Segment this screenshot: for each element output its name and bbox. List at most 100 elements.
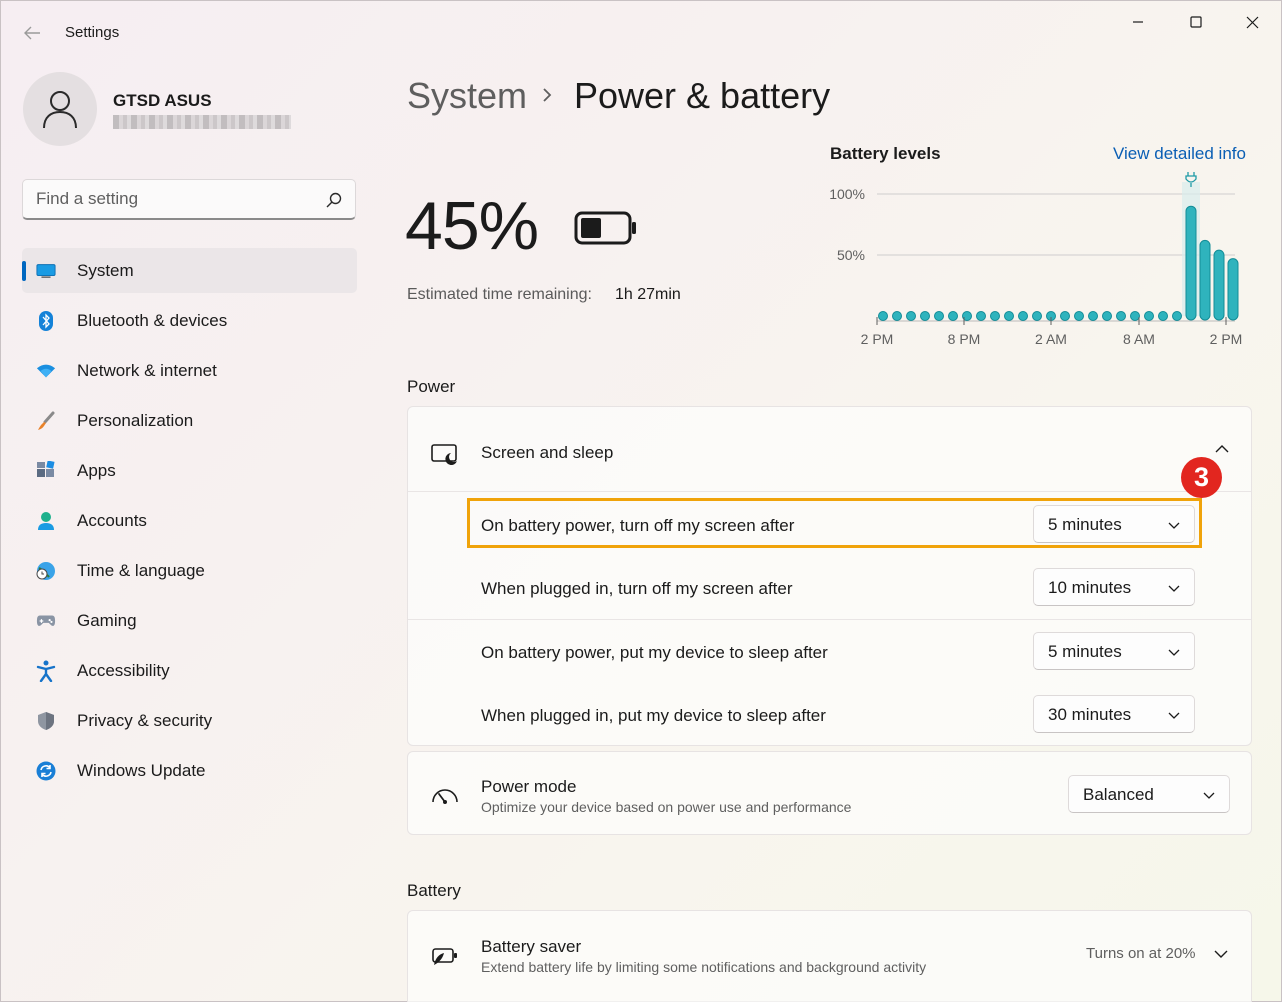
search-icon[interactable] xyxy=(325,191,343,209)
sidebar-item-system[interactable]: System xyxy=(22,248,357,293)
battery-level-point xyxy=(976,311,986,321)
page-title: Power & battery xyxy=(574,75,831,116)
close-icon xyxy=(1246,16,1258,28)
dropdown-value: Balanced xyxy=(1083,785,1154,804)
sidebar-item-label: Bluetooth & devices xyxy=(77,310,228,330)
battery-level-point xyxy=(1172,311,1182,321)
apps-icon xyxy=(36,461,56,481)
battery-percentage: 45% xyxy=(405,188,539,264)
divider xyxy=(408,619,1251,620)
sidebar-item-label: Windows Update xyxy=(77,760,206,780)
row-label: When plugged in, put my device to sleep … xyxy=(481,706,826,725)
battery-sleep-dropdown[interactable]: 5 minutes xyxy=(1033,632,1195,670)
battery-saver-description: Extend battery life by limiting some not… xyxy=(481,959,927,975)
chevron-down-icon[interactable] xyxy=(1213,949,1229,959)
battery-level-point xyxy=(1088,311,1098,321)
power-mode-card: Power mode Optimize your device based on… xyxy=(407,751,1252,835)
battery-level-point xyxy=(1060,311,1070,321)
chevron-right-icon xyxy=(543,88,552,102)
screen-sleep-header[interactable]: Screen and sleep xyxy=(408,407,1251,492)
battery-saver-status: Turns on at 20% xyxy=(1086,945,1196,962)
battery-level-point xyxy=(906,311,916,321)
shield-icon xyxy=(36,711,56,731)
battery-saver-title: Battery saver xyxy=(481,937,582,956)
power-mode-title: Power mode xyxy=(481,777,577,796)
plugged-screen-off-dropdown[interactable]: 10 minutes xyxy=(1033,568,1195,606)
maximize-button[interactable] xyxy=(1173,9,1219,35)
plugged-sleep-dropdown[interactable]: 30 minutes xyxy=(1033,695,1195,733)
x-tick-label: 2 AM xyxy=(1035,331,1067,347)
breadcrumb-parent[interactable]: System xyxy=(407,75,527,117)
sidebar-item-windows-update[interactable]: Windows Update xyxy=(22,748,357,793)
battery-level-point xyxy=(1130,311,1140,321)
back-button[interactable] xyxy=(15,19,49,47)
y-tick-label: 50% xyxy=(837,247,865,263)
search-box[interactable] xyxy=(22,179,356,220)
sidebar-item-accessibility[interactable]: Accessibility xyxy=(22,648,357,693)
title-bar: Settings xyxy=(1,1,1281,63)
battery-section-title: Battery xyxy=(407,881,461,900)
sidebar-item-label: Time & language xyxy=(77,560,205,580)
sidebar-item-gaming[interactable]: Gaming xyxy=(22,598,357,643)
chevron-down-icon xyxy=(1168,712,1180,719)
user-icon xyxy=(43,91,77,129)
sidebar-item-label: Accessibility xyxy=(77,660,170,680)
close-button[interactable] xyxy=(1229,9,1275,35)
system-icon xyxy=(36,261,56,281)
accounts-icon xyxy=(36,511,56,531)
sidebar-item-apps[interactable]: Apps xyxy=(22,448,357,493)
battery-level-point xyxy=(990,311,1000,321)
chevron-down-icon xyxy=(1168,585,1180,592)
battery-level-point xyxy=(920,311,930,321)
view-detailed-info-link[interactable]: View detailed info xyxy=(1113,144,1246,164)
annotation-step-badge: 3 xyxy=(1181,457,1222,498)
app-title: Settings xyxy=(65,24,120,41)
sidebar-item-time-language[interactable]: Time & language xyxy=(22,548,357,593)
sidebar-item-accounts[interactable]: Accounts xyxy=(22,498,357,543)
dropdown-value: 30 minutes xyxy=(1048,705,1132,724)
chevron-up-icon[interactable] xyxy=(1214,444,1230,454)
chevron-down-icon xyxy=(1203,792,1215,799)
battery-level-point xyxy=(1144,311,1154,321)
battery-icon xyxy=(574,211,636,245)
search-input[interactable] xyxy=(23,180,313,218)
chart-title: Battery levels xyxy=(830,144,941,163)
sidebar-item-network-internet[interactable]: Network & internet xyxy=(22,348,357,393)
sidebar-item-label: Personalization xyxy=(77,410,194,430)
battery-level-point xyxy=(934,311,944,321)
annotation-highlight-box xyxy=(467,498,1202,548)
minimize-icon xyxy=(1133,21,1143,23)
user-name: GTSD ASUS xyxy=(113,91,212,110)
sidebar-item-label: Network & internet xyxy=(77,360,217,380)
power-mode-dropdown[interactable]: Balanced xyxy=(1068,775,1230,813)
battery-fill xyxy=(581,218,601,238)
battery-level-point xyxy=(1074,311,1084,321)
battery-level-point xyxy=(1158,311,1168,321)
x-tick-label: 8 AM xyxy=(1123,331,1155,347)
battery-level-point xyxy=(878,311,888,321)
sidebar-item-bluetooth-devices[interactable]: Bluetooth & devices xyxy=(22,298,357,343)
gamepad-icon xyxy=(36,611,56,631)
chevron-down-icon xyxy=(1168,649,1180,656)
y-tick-label: 100% xyxy=(829,186,865,202)
sidebar-item-label: Accounts xyxy=(77,510,147,530)
sidebar-item-privacy-security[interactable]: Privacy & security xyxy=(22,698,357,743)
brush-icon xyxy=(36,411,56,431)
battery-level-point xyxy=(1102,311,1112,321)
update-icon xyxy=(36,761,56,781)
sidebar-item-personalization[interactable]: Personalization xyxy=(22,398,357,443)
avatar[interactable] xyxy=(23,72,97,146)
user-email-redacted xyxy=(113,115,291,129)
bluetooth-icon xyxy=(36,311,56,331)
battery-level-point xyxy=(892,311,902,321)
sidebar-item-label: Privacy & security xyxy=(77,710,213,730)
globe-clock-icon xyxy=(36,561,56,581)
battery-level-bar xyxy=(1185,205,1197,321)
screen-sleep-icon xyxy=(431,444,457,465)
battery-levels-chart: 100% 50% 2 PM 8 PM 2 AM 8 AM 2 PM xyxy=(829,172,1242,347)
row-label: On battery power, put my device to sleep… xyxy=(481,643,828,662)
screen-sleep-card: Screen and sleep On battery power, turn … xyxy=(407,406,1252,746)
battery-level-point xyxy=(1032,311,1042,321)
active-indicator xyxy=(22,261,26,281)
minimize-button[interactable] xyxy=(1115,9,1161,35)
